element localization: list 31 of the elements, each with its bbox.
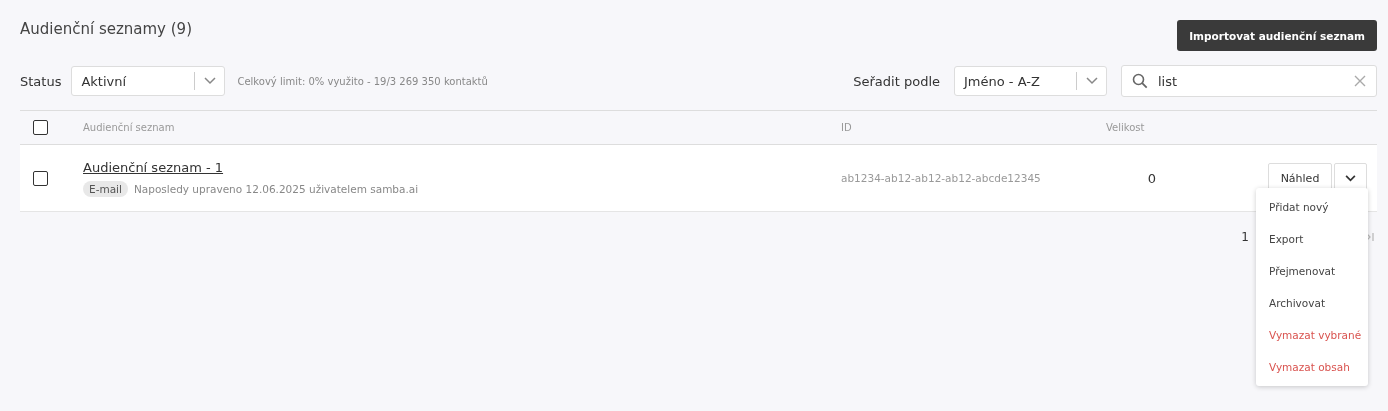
id-cell-text: ab1234-ab12-ab12-ab12-abcde12345 [841,172,1042,184]
chevron-down-icon [204,77,217,85]
import-button[interactable]: Importovat audienční seznam [1177,20,1377,51]
menu-item[interactable]: Export [1256,223,1368,255]
limit-note: Celkový limit: 0% využito - 19/3 269 350 kontaktů [237,75,488,87]
list-name-link[interactable]: Audienční seznam - 1 [83,159,841,175]
status-select[interactable]: Aktivní [71,66,226,96]
page-title: Audienční seznamy (9) [20,20,192,38]
search-field[interactable]: list [1121,65,1377,97]
menu-item[interactable]: Vymazat obsah [1256,351,1368,383]
last-page-icon[interactable] [1365,232,1375,242]
sort-label: Seřadit podle [853,73,940,89]
search-icon [1132,73,1148,89]
page-number[interactable]: 1 [1241,230,1249,244]
menu-item[interactable]: Přejmenovat [1256,255,1368,287]
size-cell-text: 0 [1146,170,1156,186]
channel-tag: E-mail [83,180,128,197]
row-checkbox[interactable] [33,170,48,186]
select-all-checkbox[interactable] [33,120,48,135]
modified-note: Naposledy upraveno 12.06.2025 uživatelem samba.ai [133,182,419,195]
status-label: Status [20,73,62,89]
menu-item[interactable]: Archivovat [1256,287,1368,319]
column-header: Audienční seznam [83,122,176,133]
chevron-down-icon [1086,77,1098,85]
menu-item[interactable]: Vymazat vybrané [1256,319,1368,351]
clear-icon[interactable] [1354,75,1366,87]
sort-select[interactable]: Jméno - A-Z [954,66,1107,96]
column-header: ID [841,122,853,133]
column-header: Velikost [1106,122,1146,133]
chevron-down-icon [1345,174,1356,182]
menu-item[interactable]: Přidat nový [1256,191,1368,223]
